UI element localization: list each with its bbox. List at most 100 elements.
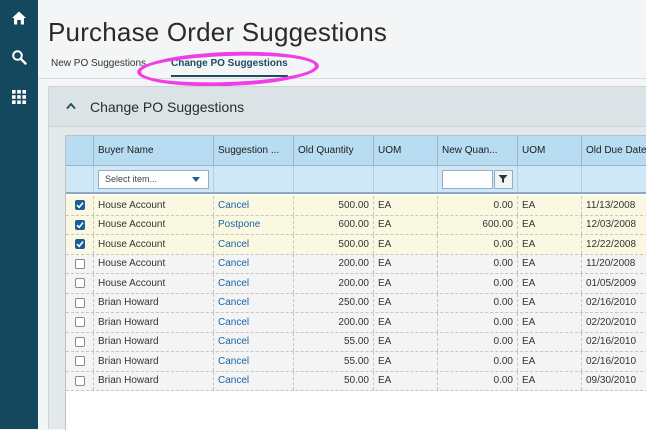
uom-cell: EA	[374, 332, 438, 351]
row-checkbox[interactable]	[74, 356, 85, 367]
suggestion-link[interactable]: Cancel	[214, 293, 294, 312]
check-icon	[75, 221, 84, 229]
filter-old-qty-cell	[294, 166, 374, 192]
old-quantity-cell: 500.00	[294, 196, 374, 215]
table-row[interactable]: House Account Cancel 200.00 EA 0.00 EA 11/20/2…	[66, 254, 646, 274]
new-quantity-cell: 0.00	[438, 235, 518, 254]
filter-empty-cell	[66, 166, 94, 192]
search-icon	[12, 50, 27, 65]
suggestion-link[interactable]: Cancel	[214, 332, 294, 351]
table-row[interactable]: Brian Howard Cancel 250.00 EA 0.00 EA 02/16/20…	[66, 293, 646, 313]
header-new-quantity[interactable]: New Quan...	[438, 136, 518, 165]
uom-2-cell: EA	[518, 332, 582, 351]
buyer-name-cell: House Account	[94, 254, 214, 273]
apps-grid-icon	[12, 90, 26, 104]
old-quantity-cell: 600.00	[294, 215, 374, 234]
new-quantity-cell: 0.00	[438, 274, 518, 293]
table-row[interactable]: House Account Cancel 200.00 EA 0.00 EA 01/05/2…	[66, 274, 646, 294]
row-checkbox[interactable]	[74, 258, 85, 269]
table-row[interactable]: Brian Howard Cancel 50.00 EA 0.00 EA 09/30/201…	[66, 371, 646, 391]
suggestion-link[interactable]: Postpone	[214, 215, 294, 234]
new-quantity-filter-input[interactable]	[442, 169, 493, 189]
uom-cell: EA	[374, 254, 438, 273]
table-row[interactable]: Brian Howard Cancel 55.00 EA 0.00 EA 02/16/201…	[66, 332, 646, 352]
buyer-filter-placeholder: Select item...	[105, 174, 158, 184]
header-uom-2[interactable]: UOM	[518, 136, 582, 165]
suggestion-link[interactable]: Cancel	[214, 235, 294, 254]
select-cell	[66, 313, 94, 332]
old-quantity-cell: 200.00	[294, 274, 374, 293]
header-buyer-name[interactable]: Buyer Name	[94, 136, 214, 165]
suggestion-link[interactable]: Cancel	[214, 254, 294, 273]
uom-2-cell: EA	[518, 352, 582, 371]
old-quantity-cell: 200.00	[294, 254, 374, 273]
old-due-date-cell: 11/13/2008	[582, 196, 646, 215]
filter-icon	[498, 175, 508, 183]
suggestions-grid: Buyer Name Suggestion ... Old Quantity U…	[65, 135, 646, 430]
suggestion-link[interactable]: Cancel	[214, 274, 294, 293]
header-old-quantity[interactable]: Old Quantity	[294, 136, 374, 165]
suggestion-link[interactable]: Cancel	[214, 196, 294, 215]
uom-2-cell: EA	[518, 313, 582, 332]
new-quantity-cell: 0.00	[438, 254, 518, 273]
uom-2-cell: EA	[518, 215, 582, 234]
check-icon	[75, 202, 84, 209]
filter-due-cell	[582, 166, 646, 192]
new-quantity-cell: 0.00	[438, 332, 518, 351]
uom-cell: EA	[374, 371, 438, 390]
table-row[interactable]: House Account Postpone 600.00 EA 600.00 EA 12/…	[66, 215, 646, 235]
header-suggestion[interactable]: Suggestion ...	[214, 136, 294, 165]
filter-new-qty-cell	[438, 166, 518, 192]
old-due-date-cell: 12/03/2008	[582, 216, 646, 235]
row-checkbox[interactable]	[74, 375, 85, 386]
row-checkbox[interactable]	[74, 317, 85, 328]
panel-header[interactable]: Change PO Suggestions	[49, 87, 646, 127]
buyer-name-cell: House Account	[94, 196, 214, 215]
search-button[interactable]	[0, 45, 38, 69]
row-checkbox[interactable]	[74, 239, 85, 250]
suggestion-link[interactable]: Cancel	[214, 313, 294, 332]
buyer-filter-select[interactable]: Select item...	[98, 169, 209, 189]
row-checkbox[interactable]	[74, 200, 85, 211]
suggestion-link[interactable]: Cancel	[214, 352, 294, 371]
tab-new-po-suggestions[interactable]: New PO Suggestions	[51, 55, 146, 77]
old-quantity-cell: 55.00	[294, 332, 374, 351]
uom-cell: EA	[374, 352, 438, 371]
table-row[interactable]: Brian Howard Cancel 55.00 EA 0.00 EA 02/16/201…	[66, 352, 646, 372]
buyer-name-cell: Brian Howard	[94, 313, 214, 332]
row-checkbox[interactable]	[74, 297, 85, 308]
filter-uom-cell	[374, 166, 438, 192]
tab-divider	[38, 78, 646, 79]
table-row[interactable]: House Account Cancel 500.00 EA 0.00 EA 11/13/2…	[66, 196, 646, 216]
apps-button[interactable]	[0, 85, 38, 109]
row-checkbox[interactable]	[74, 219, 85, 230]
uom-cell: EA	[374, 196, 438, 215]
new-quantity-cell: 0.00	[438, 371, 518, 390]
row-checkbox[interactable]	[74, 336, 85, 347]
select-cell	[66, 293, 94, 312]
old-due-date-cell: 09/30/2010	[582, 372, 646, 391]
suggestion-link[interactable]: Cancel	[214, 371, 294, 390]
header-select-column[interactable]	[66, 136, 94, 165]
buyer-name-cell: House Account	[94, 235, 214, 254]
header-old-due-date[interactable]: Old Due Date	[582, 136, 646, 165]
uom-2-cell: EA	[518, 196, 582, 215]
uom-cell: EA	[374, 215, 438, 234]
chevron-up-icon[interactable]	[66, 102, 76, 110]
grid-filter-row: Select item...	[66, 166, 646, 194]
home-button[interactable]	[0, 6, 38, 30]
filter-suggestion-cell	[214, 166, 294, 192]
table-row[interactable]: Brian Howard Cancel 200.00 EA 0.00 EA 02/20/20…	[66, 313, 646, 333]
filter-button[interactable]	[493, 169, 513, 189]
chevron-down-icon	[192, 176, 200, 182]
uom-2-cell: EA	[518, 235, 582, 254]
header-uom[interactable]: UOM	[374, 136, 438, 165]
row-checkbox[interactable]	[74, 278, 85, 289]
select-cell	[66, 215, 94, 234]
home-icon	[12, 11, 26, 25]
uom-2-cell: EA	[518, 293, 582, 312]
old-quantity-cell: 500.00	[294, 235, 374, 254]
table-row[interactable]: House Account Cancel 500.00 EA 0.00 EA 12/22/2…	[66, 235, 646, 255]
old-due-date-cell: 02/16/2010	[582, 294, 646, 313]
old-quantity-cell: 50.00	[294, 371, 374, 390]
